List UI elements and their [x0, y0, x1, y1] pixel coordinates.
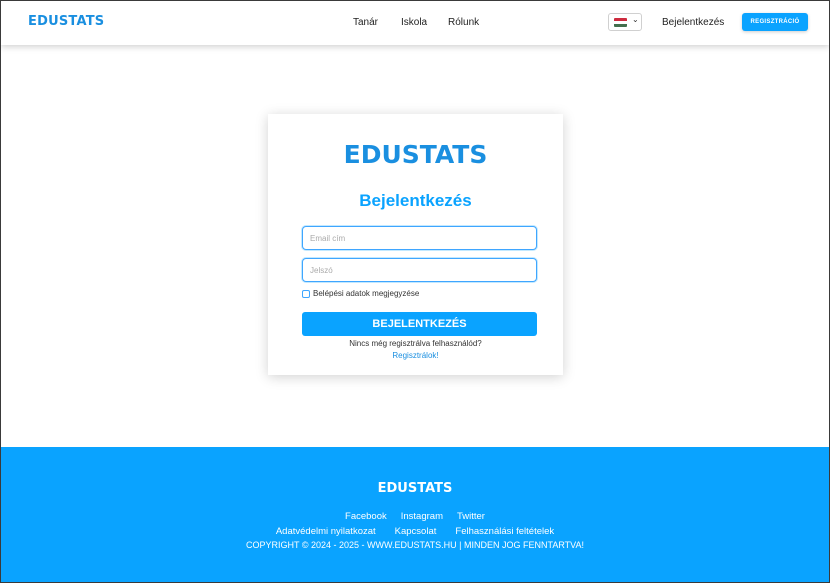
login-link[interactable]: Bejelentkezés	[662, 17, 724, 28]
terms-link[interactable]: Felhasználási feltételek	[455, 526, 554, 537]
flag-stripe-green	[614, 24, 627, 27]
email-field[interactable]	[302, 226, 537, 250]
nav-link-about[interactable]: Rólunk	[448, 17, 479, 28]
login-card: EDUSTATS Bejelentkezés Belépési adatok m…	[268, 114, 563, 375]
login-title: Bejelentkezés	[359, 191, 472, 210]
password-field[interactable]	[302, 258, 537, 282]
hungarian-flag-icon	[614, 18, 627, 27]
nav-link-school[interactable]: Iskola	[401, 17, 427, 28]
register-button[interactable]: REGISZTRÁCIÓ	[742, 13, 808, 31]
register-link[interactable]: Regisztrálok!	[268, 351, 563, 360]
chevron-down-icon: ⌄	[632, 15, 639, 24]
footer: EDUSTATS Facebook Instagram Twitter Adat…	[1, 447, 829, 582]
nav-link-teacher[interactable]: Tanár	[353, 17, 378, 28]
twitter-link[interactable]: Twitter	[457, 511, 485, 522]
remember-checkbox[interactable]	[302, 289, 310, 298]
language-selector[interactable]: ⌄	[608, 13, 642, 31]
privacy-link[interactable]: Adatvédelmi nyilatkozat	[276, 526, 376, 537]
page: EDUSTATS Tanár Iskola Rólunk ⌄ Bejelentk…	[1, 1, 829, 582]
facebook-link[interactable]: Facebook	[345, 511, 387, 522]
footer-social-links: Facebook Instagram Twitter	[1, 511, 829, 522]
footer-legal-links: Adatvédelmi nyilatkozat Kapcsolat Felhas…	[1, 526, 829, 537]
contact-link[interactable]: Kapcsolat	[395, 526, 437, 537]
top-navbar: EDUSTATS Tanár Iskola Rólunk ⌄ Bejelentk…	[1, 1, 829, 45]
brand-logo[interactable]: EDUSTATS	[28, 14, 104, 29]
card-logo: EDUSTATS	[343, 140, 488, 169]
footer-logo: EDUSTATS	[377, 481, 453, 496]
login-submit-button[interactable]: BEJELENTKEZÉS	[302, 312, 537, 336]
remember-me[interactable]: Belépési adatok megjegyzése	[302, 289, 419, 298]
instagram-link[interactable]: Instagram	[401, 511, 443, 522]
copyright-text: COPYRIGHT © 2024 - 2025 - WWW.EDUSTATS.H…	[245, 540, 584, 550]
no-account-text: Nincs még regisztrálva felhasználód?	[349, 339, 482, 348]
remember-label: Belépési adatok megjegyzése	[313, 289, 420, 298]
